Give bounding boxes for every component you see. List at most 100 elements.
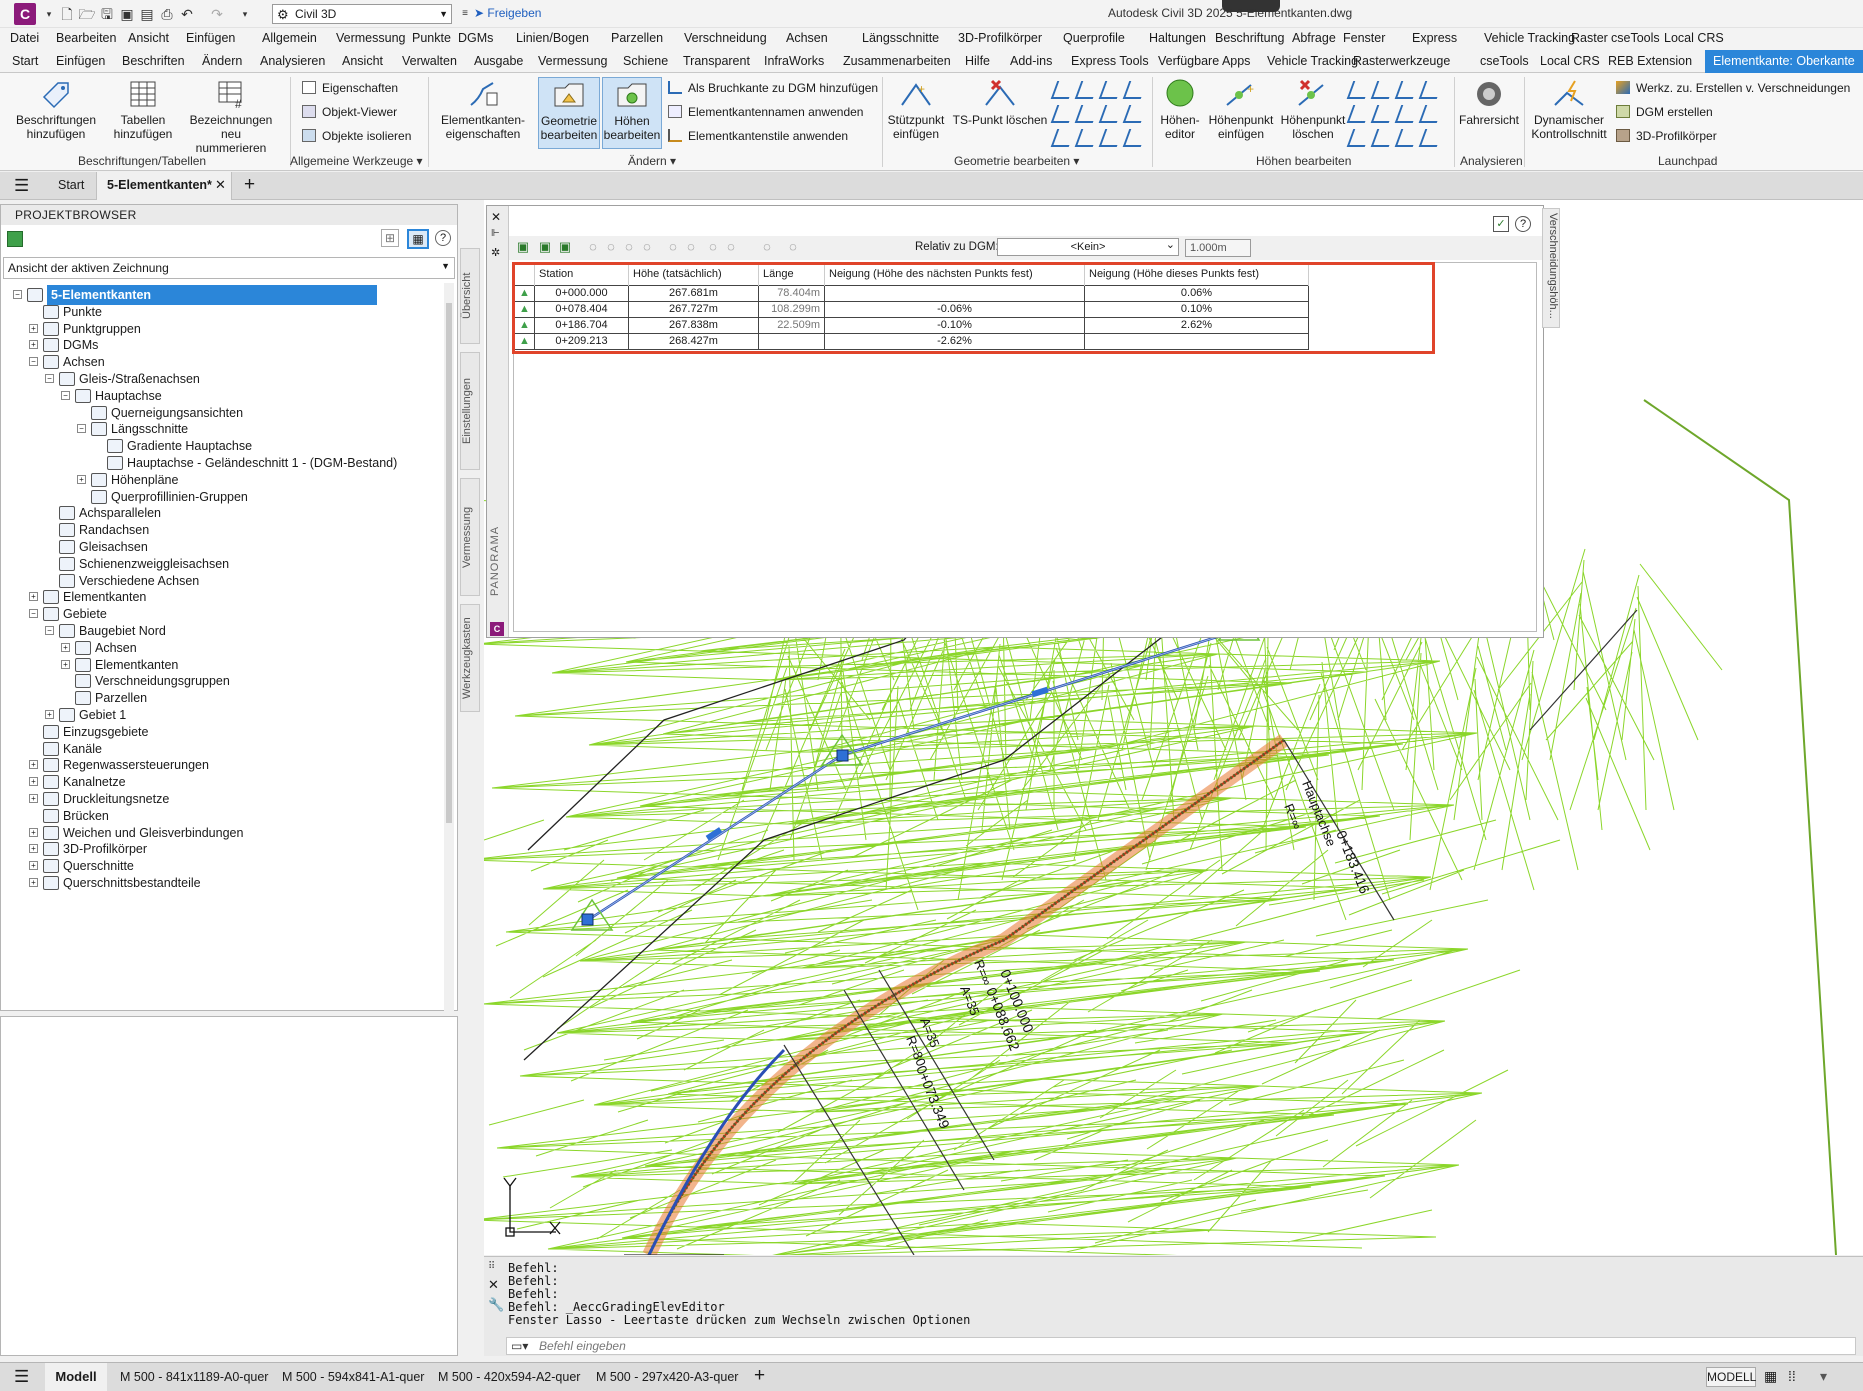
hamburger-menu-icon[interactable]: ☰ — [14, 176, 29, 196]
expand-icon[interactable]: + — [29, 827, 38, 837]
ribbon-tab-reb-extension[interactable]: REB Extension — [1608, 54, 1692, 68]
customize-qat-icon[interactable]: ≡ — [456, 5, 474, 23]
ribbon-tab-verf-gbare-apps[interactable]: Verfügbare Apps — [1158, 54, 1250, 68]
layout-tab[interactable]: M 500 - 841x1189-A0-quer — [120, 1370, 268, 1384]
sidetab-vermessung[interactable]: Vermessung — [460, 478, 480, 596]
more-icon[interactable]: ▾ — [1820, 1368, 1827, 1385]
help-icon[interactable]: ? — [435, 230, 451, 246]
collapse-icon[interactable]: − — [45, 626, 54, 635]
tree-scrollbar[interactable] — [444, 283, 454, 1013]
menu-item-datei[interactable]: Datei — [10, 31, 39, 45]
expand-icon[interactable]: + — [29, 861, 38, 871]
expand-icon[interactable]: + — [29, 323, 38, 333]
dynamic-section-button[interactable]: Dynamischer Kontrollschnitt — [1526, 79, 1612, 141]
snap-icon[interactable]: ⁞⁞ — [1788, 1368, 1796, 1384]
elevation-editor-button[interactable]: Höhen-editor — [1154, 79, 1206, 141]
apply-names-button[interactable]: Elementkantennamen anwenden — [668, 105, 863, 119]
square-grip-icon[interactable] — [581, 913, 594, 926]
insert-elevation-point-button[interactable]: + Höhenpunkt einfügen — [1206, 79, 1276, 141]
menu-item-parzellen[interactable]: Parzellen — [611, 31, 663, 45]
file-tab-start[interactable]: Start — [58, 178, 84, 192]
collapse-icon[interactable]: − — [13, 290, 22, 299]
menu-item-dgms[interactable]: DGMs — [458, 31, 493, 45]
relative-to-surface-dropdown[interactable]: <Kein> ⌄ — [997, 238, 1179, 256]
edit-geometry-button[interactable]: Geometrie bearbeiten — [538, 77, 600, 149]
ribbon-tab-vehicle-tracking[interactable]: Vehicle Tracking — [1267, 54, 1358, 68]
tree-view-icon[interactable]: ⊞ — [381, 229, 399, 247]
panel-expand-icon[interactable]: ▾ — [1073, 154, 1079, 168]
panorama-tool-icon[interactable]: ◌ — [585, 239, 601, 255]
menu-item-verschneidung[interactable]: Verschneidung — [684, 31, 767, 45]
elevation-tool-icon[interactable] — [1370, 81, 1396, 99]
panorama-tool-icon[interactable]: ◌ — [639, 239, 655, 255]
geometry-tool-icon[interactable] — [1122, 129, 1148, 147]
hamburger-menu-icon[interactable]: ☰ — [14, 1367, 29, 1387]
panorama-tool-icon[interactable]: ▣ — [537, 239, 553, 255]
grading-tools-button[interactable]: Werkz. zu. Erstellen v. Verschneidungen — [1616, 81, 1850, 95]
list-view-icon[interactable]: ▦ — [407, 229, 429, 249]
ribbon-tab-csetools[interactable]: cseTools — [1480, 54, 1529, 68]
elevation-tool-icon[interactable] — [1370, 105, 1396, 123]
ribbon-tab-start[interactable]: Start — [12, 54, 38, 68]
elevation-tool-icon[interactable] — [1418, 105, 1444, 123]
elevation-tool-icon[interactable] — [1370, 129, 1396, 147]
menu-item-vermessung[interactable]: Vermessung — [336, 31, 405, 45]
expand-icon[interactable]: + — [61, 659, 70, 669]
menu-item-beschriftung[interactable]: Beschriftung — [1215, 31, 1284, 45]
menu-item-ansicht[interactable]: Ansicht — [128, 31, 169, 45]
panorama-tool-icon[interactable]: ◌ — [603, 239, 619, 255]
menu-item-bearbeiten[interactable]: Bearbeiten — [56, 31, 116, 45]
isolate-objects-button[interactable]: Objekte isolieren — [302, 129, 411, 143]
redo-dropdown-icon[interactable]: ▾ — [236, 5, 254, 23]
add-tables-button[interactable]: Tabellen hinzufügen — [108, 79, 178, 141]
expand-icon[interactable]: + — [77, 474, 86, 484]
plot-icon[interactable]: ⎙ — [158, 5, 176, 23]
ribbon-tab-rasterwerkzeuge[interactable]: Rasterwerkzeuge — [1353, 54, 1450, 68]
panorama-tool-icon[interactable]: ◌ — [665, 239, 681, 255]
menu-item-local-crs[interactable]: Local CRS — [1664, 31, 1724, 45]
expand-icon[interactable]: + — [45, 710, 54, 719]
menu-item-vehicle-tracking[interactable]: Vehicle Tracking — [1484, 31, 1575, 45]
help-icon[interactable]: ? — [1515, 216, 1531, 232]
sidetab-uebersicht[interactable]: Übersicht — [460, 248, 480, 344]
panel-expand-icon[interactable]: ▾ — [417, 154, 423, 168]
ribbon-tab-analysieren[interactable]: Analysieren — [260, 54, 325, 68]
ribbon-tab-vermessung[interactable]: Vermessung — [538, 54, 607, 68]
ribbon-tab-elementkante-oberkante[interactable]: Elementkante: Oberkante — [1705, 50, 1863, 73]
ribbon-tab-transparent[interactable]: Transparent — [683, 54, 750, 68]
layout-tab[interactable]: M 500 - 594x841-A1-quer — [282, 1370, 424, 1384]
ribbon-tab-infraworks[interactable]: InfraWorks — [764, 54, 824, 68]
collapse-icon[interactable]: − — [77, 424, 86, 434]
expand-icon[interactable]: + — [29, 844, 38, 854]
expand-icon[interactable]: + — [29, 592, 38, 602]
elevation-tool-icon[interactable] — [1418, 129, 1444, 147]
sidetab-werkzeugkasten[interactable]: Werkzeugkasten — [460, 604, 480, 712]
panorama-tool-icon[interactable]: ▣ — [515, 239, 531, 255]
geometry-tool-icon[interactable] — [1074, 81, 1100, 99]
elevation-tool-icon[interactable] — [1346, 129, 1372, 147]
app-menu-arrow-icon[interactable]: ▾ — [40, 5, 58, 23]
expand-icon[interactable]: + — [29, 777, 38, 787]
panorama-tool-icon[interactable]: ◌ — [785, 239, 801, 255]
expand-icon[interactable]: + — [29, 760, 38, 770]
close-icon[interactable]: ✕ — [215, 177, 226, 193]
menu-item-3d-profilk-rper[interactable]: 3D-Profilkörper — [958, 31, 1042, 45]
layout-tab[interactable]: M 500 - 297x420-A3-quer — [596, 1370, 738, 1384]
model-tab[interactable]: Modell — [45, 1363, 107, 1391]
menu-item-einf-gen[interactable]: Einfügen — [186, 31, 235, 45]
new-file-icon[interactable]: 🗋 — [58, 5, 76, 23]
settings-icon[interactable]: ✲ — [491, 246, 500, 259]
expand-icon[interactable]: + — [29, 878, 38, 887]
panel-expand-icon[interactable]: ▾ — [670, 154, 676, 168]
elevation-tool-icon[interactable] — [1394, 81, 1420, 99]
expand-icon[interactable]: + — [61, 642, 70, 652]
panorama-tool-icon[interactable]: ◌ — [723, 239, 739, 255]
ribbon-tab-local-crs[interactable]: Local CRS — [1540, 54, 1600, 68]
panorama-tool-icon[interactable]: ◌ — [705, 239, 721, 255]
menu-item-querprofile[interactable]: Querprofile — [1063, 31, 1125, 45]
save-as-icon[interactable]: ▣ — [118, 5, 136, 23]
feature-line-properties-button[interactable]: Elementkanten-eigenschaften — [440, 79, 526, 141]
ribbon-tab-zusammenarbeiten[interactable]: Zusammenarbeiten — [843, 54, 951, 68]
properties-button[interactable]: Eigenschaften — [302, 81, 398, 95]
geometry-tool-icon[interactable] — [1074, 129, 1100, 147]
